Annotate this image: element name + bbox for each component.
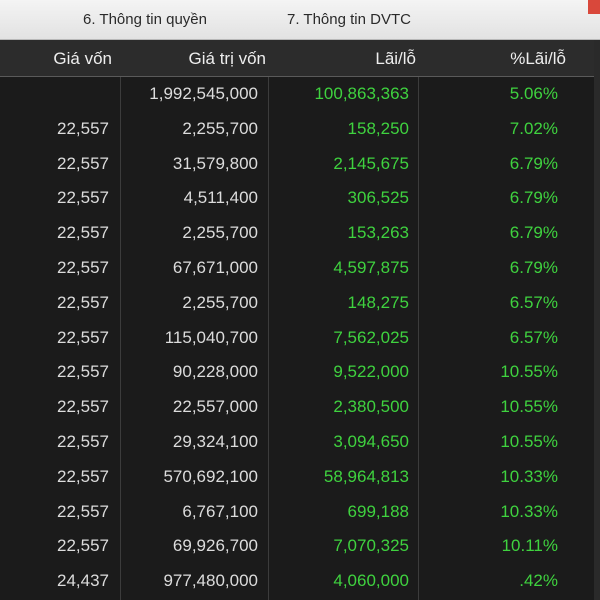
profit-loss-percent-cell: 10.33% bbox=[500, 466, 558, 486]
table-row[interactable]: 22,557 29,324,100 3,094,650 10.55% bbox=[0, 425, 600, 460]
profit-loss-percent-cell: 6.79% bbox=[509, 223, 558, 243]
tab-thong-tin-quyen[interactable]: 6. Thông tin quyền bbox=[83, 11, 207, 28]
cost-price-cell: 22,557 bbox=[57, 118, 109, 138]
tab-bar: 6. Thông tin quyền 7. Thông tin DVTC bbox=[0, 0, 600, 40]
cost-price-cell: 22,557 bbox=[57, 432, 109, 451]
close-icon[interactable] bbox=[588, 0, 600, 14]
profit-loss-percent-cell: 6.57% bbox=[509, 327, 558, 347]
profit-loss-percent-cell: 10.33% bbox=[500, 501, 558, 521]
table-row[interactable]: 22,557 2,255,700 148,275 6.57% bbox=[0, 286, 600, 321]
tab-thong-tin-dvtc[interactable]: 7. Thông tin DVTC bbox=[287, 11, 411, 28]
cost-price-cell: 24,437 bbox=[57, 571, 109, 591]
table-row[interactable]: 24,437 977,480,000 4,060,000 .42% bbox=[0, 564, 600, 599]
cost-value-cell: 6,767,100 bbox=[182, 501, 258, 521]
profit-loss-cell: 306,525 bbox=[347, 188, 409, 208]
table-row[interactable]: 22,557 90,228,000 9,522,000 10.55% bbox=[0, 355, 600, 390]
cost-value-cell: 31,579,800 bbox=[172, 153, 258, 173]
profit-loss-percent-cell: 7.02% bbox=[509, 118, 558, 138]
cost-value-cell: 4,511,400 bbox=[183, 188, 258, 208]
cost-value-cell: 29,324,100 bbox=[172, 432, 258, 451]
table-row[interactable]: 22,557 4,511,400 306,525 6.79% bbox=[0, 181, 600, 216]
cost-value-cell: 90,228,000 bbox=[172, 362, 258, 382]
profit-loss-percent-cell: 10.55% bbox=[500, 362, 558, 382]
table-row[interactable]: 22,557 115,040,700 7,562,025 6.57% bbox=[0, 321, 600, 356]
profit-loss-percent-cell: 6.79% bbox=[509, 258, 558, 277]
column-header-gia-von[interactable]: Giá vốn bbox=[53, 49, 112, 69]
cost-price-cell: 22,557 bbox=[57, 258, 109, 277]
profit-loss-percent-cell: 10.55% bbox=[500, 397, 558, 417]
column-header-lai-lo[interactable]: Lãi/lỗ bbox=[375, 49, 416, 69]
positions-table: 1,992,545,000 100,863,363 5.06% 22,557 2,255… bbox=[0, 77, 600, 600]
table-row[interactable]: 22,557 69,926,700 7,070,325 10.11% bbox=[0, 529, 600, 564]
table-row[interactable]: 22,557 2,255,700 153,263 6.79% bbox=[0, 216, 600, 251]
profit-loss-percent-cell: 5.06% bbox=[509, 84, 558, 103]
table-row[interactable]: 22,557 67,671,000 4,597,875 6.79% bbox=[0, 251, 600, 286]
cost-value-cell: 115,040,700 bbox=[164, 327, 258, 347]
profit-loss-percent-cell: 6.57% bbox=[509, 292, 558, 312]
cost-price-cell: 22,557 bbox=[57, 536, 109, 556]
profit-loss-cell: 148,275 bbox=[347, 292, 409, 312]
profit-loss-percent-cell: .42% bbox=[519, 571, 558, 591]
profit-loss-cell: 153,263 bbox=[347, 223, 409, 243]
cost-value-cell: 977,480,000 bbox=[163, 571, 258, 591]
profit-loss-percent-cell: 10.11% bbox=[501, 536, 558, 556]
profit-loss-cell: 58,964,813 bbox=[323, 466, 409, 486]
profit-loss-cell: 699,188 bbox=[347, 501, 409, 521]
table-row[interactable]: 22,557 570,692,100 58,964,813 10.33% bbox=[0, 460, 600, 495]
table-row[interactable]: 22,557 22,557,000 2,380,500 10.55% bbox=[0, 390, 600, 425]
cost-value-cell: 2,255,700 bbox=[182, 223, 258, 243]
cost-price-cell: 22,557 bbox=[57, 501, 109, 521]
profit-loss-cell: 4,597,875 bbox=[333, 258, 409, 277]
table-row[interactable]: 1,992,545,000 100,863,363 5.06% bbox=[0, 77, 600, 112]
cost-value-cell: 2,255,700 bbox=[182, 292, 258, 312]
cost-price-cell: 22,557 bbox=[57, 223, 109, 243]
cost-value-cell: 2,255,700 bbox=[182, 118, 258, 138]
cost-price-cell: 22,557 bbox=[57, 362, 109, 382]
profit-loss-cell: 2,380,500 bbox=[333, 397, 409, 417]
column-header-pct-lai-lo[interactable]: %Lãi/lỗ bbox=[510, 49, 566, 69]
table-row[interactable]: 22,557 2,255,700 158,250 7.02% bbox=[0, 112, 600, 147]
scrollbar[interactable] bbox=[594, 40, 600, 600]
profit-loss-cell: 100,863,363 bbox=[314, 84, 409, 103]
profit-loss-percent-cell: 6.79% bbox=[509, 188, 558, 208]
profit-loss-cell: 3,094,650 bbox=[333, 432, 409, 451]
cost-price-cell: 22,557 bbox=[57, 188, 109, 208]
profit-loss-cell: 9,522,000 bbox=[333, 362, 409, 382]
cost-price-cell: 22,557 bbox=[57, 327, 109, 347]
profit-loss-percent-cell: 6.79% bbox=[509, 153, 558, 173]
profit-loss-cell: 2,145,675 bbox=[333, 153, 409, 173]
profit-loss-cell: 7,562,025 bbox=[333, 327, 409, 347]
cost-price-cell: 22,557 bbox=[57, 466, 109, 486]
cost-value-cell: 570,692,100 bbox=[163, 466, 258, 486]
cost-value-cell: 1,992,545,000 bbox=[149, 84, 258, 103]
table-row[interactable]: 22,557 31,579,800 2,145,675 6.79% bbox=[0, 147, 600, 182]
cost-value-cell: 22,557,000 bbox=[172, 397, 258, 417]
profit-loss-cell: 158,250 bbox=[347, 118, 409, 138]
table-header: Giá vốn Giá trị vốn Lãi/lỗ %Lãi/lỗ bbox=[0, 40, 600, 77]
profit-loss-percent-cell: 10.55% bbox=[500, 432, 558, 451]
table-row[interactable]: 22,557 6,767,100 699,188 10.33% bbox=[0, 495, 600, 530]
profit-loss-cell: 7,070,325 bbox=[333, 536, 409, 556]
cost-price-cell: 22,557 bbox=[57, 153, 109, 173]
cost-value-cell: 67,671,000 bbox=[172, 258, 258, 277]
column-header-gia-tri-von[interactable]: Giá trị vốn bbox=[189, 49, 266, 69]
cost-price-cell: 22,557 bbox=[57, 397, 109, 417]
cost-value-cell: 69,926,700 bbox=[172, 536, 258, 556]
profit-loss-cell: 4,060,000 bbox=[333, 571, 409, 591]
cost-price-cell: 22,557 bbox=[57, 292, 109, 312]
